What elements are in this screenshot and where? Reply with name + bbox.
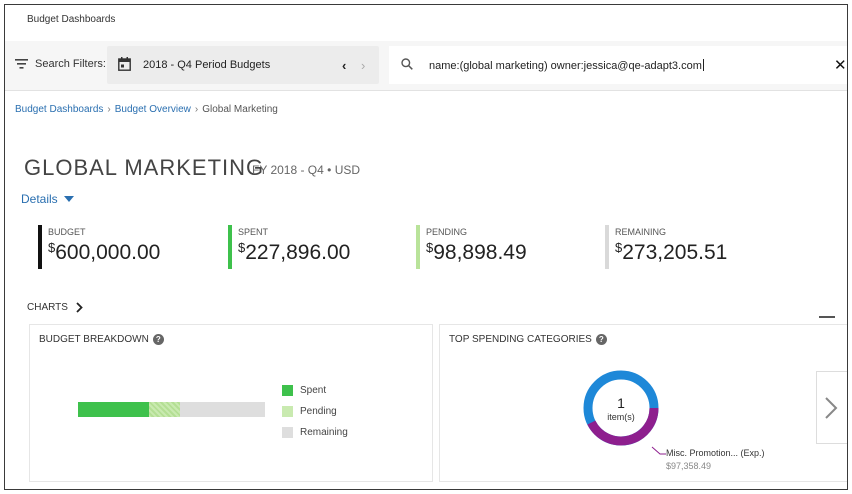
metric-label: BUDGET (48, 227, 86, 237)
metric-budget: BUDGET $600,000.00 (38, 225, 160, 269)
search-filters-label: Search Filters: (35, 58, 106, 70)
top-spending-card: TOP SPENDING CATEGORIES ? 1 item(s) Misc… (439, 324, 847, 482)
period-selector[interactable]: 2018 - Q4 Period Budgets ‹ › (107, 46, 379, 84)
app-title: Budget Dashboards (27, 14, 116, 25)
metric-spent: SPENT $227,896.00 (228, 225, 350, 269)
chevron-left-icon[interactable]: ‹ (342, 58, 346, 73)
help-icon[interactable]: ? (595, 334, 607, 345)
metric-label: SPENT (238, 227, 269, 237)
chart-legend: Spent Pending Remaining (282, 380, 348, 443)
legend-item-spent[interactable]: Spent (282, 380, 348, 401)
metric-label: REMAINING (615, 227, 667, 237)
breadcrumb-budget-dashboards[interactable]: Budget Dashboards (15, 104, 103, 115)
breadcrumb: Budget Dashboards › Budget Overview › Global… (15, 104, 278, 115)
details-toggle[interactable]: Details (21, 192, 74, 206)
category-label[interactable]: Misc. Promotion... (Exp.) (666, 448, 765, 458)
legend-label: Remaining (300, 427, 348, 438)
card-title-text: BUDGET BREAKDOWN (39, 334, 149, 345)
category-amount: $97,358.49 (666, 461, 712, 471)
chevron-right-icon (825, 397, 838, 419)
metric-amount: 600,000.00 (55, 241, 161, 264)
help-icon[interactable]: ? (152, 334, 164, 345)
metric-label: PENDING (426, 227, 468, 237)
app-window: Budget Dashboards Search Filters: 2018 -… (4, 4, 848, 490)
leader-line (651, 446, 666, 455)
legend-swatch (282, 385, 293, 396)
bar-segment-spent[interactable] (78, 402, 149, 417)
metric-value: $600,000.00 (48, 240, 160, 265)
legend-item-remaining[interactable]: Remaining (282, 422, 348, 443)
card-title-text: TOP SPENDING CATEGORIES (449, 334, 592, 345)
legend-swatch (282, 406, 293, 417)
calendar-icon (118, 57, 131, 71)
metric-pending: PENDING $98,898.49 (416, 225, 527, 269)
caret-down-icon (63, 196, 74, 202)
search-input[interactable]: name:(global marketing) owner:jessica@qe… (429, 59, 704, 72)
chevron-right-icon (76, 302, 83, 313)
details-label: Details (21, 192, 58, 206)
breadcrumb-current: Global Marketing (202, 104, 278, 115)
metric-amount: 227,896.00 (245, 241, 351, 264)
metric-amount: 98,898.49 (433, 241, 527, 264)
breadcrumb-separator: › (107, 104, 111, 115)
breadcrumb-separator: › (194, 104, 199, 115)
charts-header-label: CHARTS (27, 302, 68, 313)
card-title: BUDGET BREAKDOWN ? (39, 334, 164, 345)
filter-icon (15, 59, 28, 69)
bar-segment-remaining[interactable] (180, 402, 265, 417)
search-filters-toggle[interactable]: Search Filters: (15, 58, 106, 70)
metric-amount: 273,205.51 (622, 241, 728, 264)
card-title: TOP SPENDING CATEGORIES ? (449, 334, 607, 345)
chevron-right-icon[interactable]: › (361, 58, 365, 73)
legend-label: Pending (300, 406, 337, 417)
donut-center-count: 1 (617, 395, 625, 411)
metric-value: $273,205.51 (615, 240, 727, 265)
metric-value: $98,898.49 (426, 240, 527, 265)
text-cursor (702, 59, 704, 71)
legend-label: Spent (300, 385, 327, 396)
metric-value: $227,896.00 (238, 240, 350, 265)
close-icon[interactable]: ✕ (834, 56, 847, 74)
metric-remaining: REMAINING $273,205.51 (605, 225, 727, 269)
budget-breakdown-card: BUDGET BREAKDOWN ? Spent Pending Remaini… (29, 324, 433, 482)
page-title: GLOBAL MARKETING (24, 155, 265, 180)
carousel-next-button[interactable] (816, 371, 847, 444)
period-value: 2018 - Q4 Period Budgets (143, 59, 271, 71)
legend-item-pending[interactable]: Pending (282, 401, 348, 422)
breadcrumb-budget-overview[interactable]: Budget Overview (115, 104, 191, 115)
page-subtitle: FY 2018 - Q4 • USD (252, 163, 361, 177)
bar-segment-pending[interactable] (149, 402, 180, 417)
search-input-text: name:(global marketing) owner:jessica@qe… (429, 60, 702, 72)
charts-header[interactable]: CHARTS (27, 302, 83, 313)
search-icon (401, 58, 413, 70)
donut-center-label: item(s) (607, 412, 635, 422)
search-field[interactable]: name:(global marketing) owner:jessica@qe… (389, 46, 847, 84)
filter-bar: Search Filters: 2018 - Q4 Period Budgets… (5, 41, 847, 91)
collapse-handle[interactable] (819, 316, 835, 318)
legend-swatch (282, 427, 293, 438)
